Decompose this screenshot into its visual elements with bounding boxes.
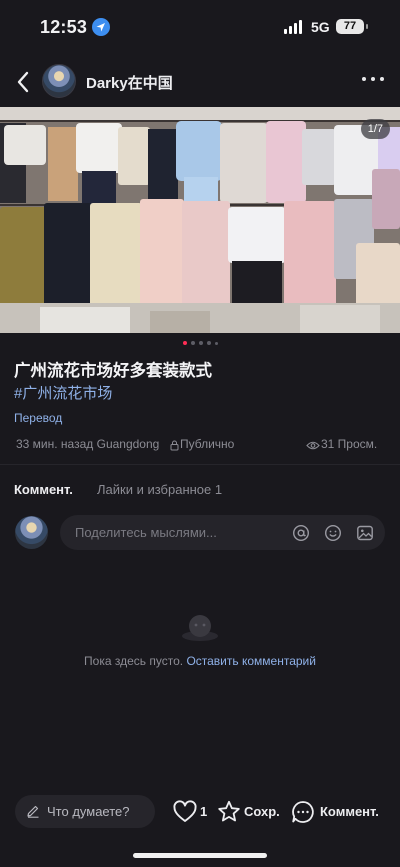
post-time-location: 33 мин. назад Guangdong [16, 437, 160, 451]
post-image[interactable]: 1/7 [0, 107, 400, 333]
post-hashtag[interactable]: #广州流花市场 [14, 382, 112, 403]
post-title: 广州流花市场好多套装款式 [14, 362, 212, 380]
empty-comments-icon [181, 612, 219, 644]
empty-state: Пока здесь пусто. Оставить комментарий [0, 654, 400, 668]
tab-comments[interactable]: Коммент. [14, 482, 73, 497]
author-avatar[interactable] [42, 64, 76, 98]
translate-link[interactable]: Перевод [14, 411, 62, 425]
likes-count: 1 [200, 804, 208, 819]
status-bar: 12:53 5G 77 [0, 0, 400, 54]
comment-button[interactable]: Коммент. [290, 799, 386, 825]
tab-likes-favorites[interactable]: Лайки и избранное 1 [97, 482, 222, 497]
view-count: 31 Просм. [321, 437, 378, 451]
post-privacy: Публично [180, 437, 235, 451]
image-counter: 1/7 [360, 119, 390, 139]
carousel-dot [206, 341, 211, 345]
empty-state-text: Пока здесь пусто. [84, 654, 184, 668]
carousel-dot [190, 341, 195, 345]
like-button[interactable]: 1 [172, 799, 212, 825]
post-header: Darky在中国 [0, 58, 400, 106]
pencil-icon [26, 804, 40, 818]
star-icon [218, 800, 240, 822]
carousel-dot [182, 341, 187, 345]
carousel-dots [0, 341, 400, 345]
bottom-input-placeholder: Что думаете? [47, 804, 130, 819]
battery-level: 77 [343, 20, 357, 32]
image-icon[interactable] [356, 524, 374, 542]
emoji-icon[interactable] [324, 524, 342, 542]
home-indicator[interactable] [133, 853, 267, 858]
eye-icon [306, 438, 320, 450]
network-type: 5G [311, 19, 330, 35]
carousel-dot [214, 341, 218, 345]
comment-label: Коммент. [320, 804, 379, 819]
comment-bubble-icon [292, 801, 314, 823]
comment-input[interactable]: Поделитесь мыслями... [60, 515, 385, 550]
mention-icon[interactable] [292, 524, 310, 542]
lock-icon [170, 438, 179, 451]
comment-input-placeholder: Поделитесь мыслями... [75, 525, 217, 540]
user-avatar [15, 516, 48, 549]
more-options-icon[interactable] [362, 77, 384, 85]
author-name[interactable]: Darky在中国 [86, 72, 173, 93]
bottom-comment-input[interactable]: Что думаете? [15, 795, 155, 828]
signal-icon [284, 20, 302, 34]
save-label: Сохр. [244, 804, 280, 819]
location-arrow-icon [92, 18, 110, 36]
clothing-photo [0, 107, 400, 333]
divider [0, 464, 400, 465]
back-icon[interactable] [12, 68, 36, 96]
heart-icon [173, 800, 197, 822]
save-button[interactable]: Сохр. [216, 799, 284, 825]
leave-comment-link[interactable]: Оставить комментарий [186, 654, 316, 668]
status-time: 12:53 [40, 17, 88, 37]
carousel-dot [198, 341, 203, 345]
battery-icon: 77 [336, 19, 368, 34]
